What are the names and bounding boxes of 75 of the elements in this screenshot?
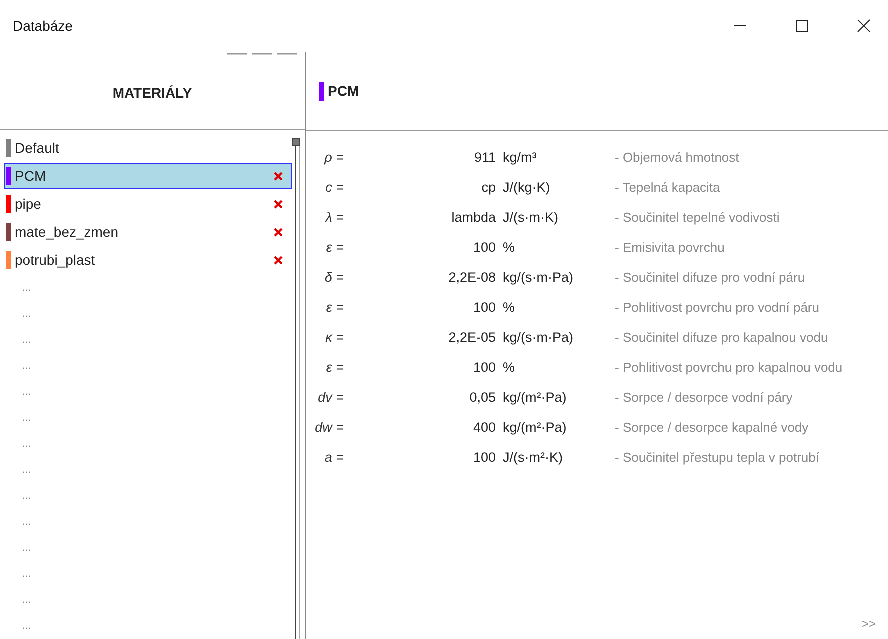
property-unit: kg/m³ — [502, 150, 538, 164]
panel-title: MATERIÁLY — [112, 85, 192, 101]
property-description: - Pohlitivost povrchu pro vodní páru — [615, 300, 820, 314]
material-item[interactable]: pipe — [4, 191, 292, 217]
property-description: - Součinitel přestupu tepla v potrubí — [615, 450, 820, 464]
property-value: 100 — [472, 300, 496, 314]
property-description: - Objemová hmotnost — [615, 150, 740, 164]
material-item[interactable]: Default — [4, 135, 292, 161]
property-symbol: c = — [324, 180, 344, 194]
empty-slot: ... — [22, 464, 32, 476]
property-value: lambda — [450, 210, 496, 224]
property-unit: kg/(m²·Pa) — [502, 420, 568, 434]
material-item[interactable]: PCM — [4, 163, 292, 189]
maximize-icon[interactable] — [795, 19, 809, 33]
property-description: - Pohlitivost povrchu pro kapalnou vodu — [615, 360, 843, 374]
window-title: Databáze — [13, 18, 73, 34]
grip-icon[interactable] — [227, 52, 297, 56]
empty-slot: ... — [22, 516, 32, 528]
property-value: 100 — [472, 450, 496, 464]
property-unit: kg/(s·m·Pa) — [502, 270, 574, 284]
property-description: - Součinitel difuze pro vodní páru — [615, 270, 806, 284]
property-unit: kg/(s·m·Pa) — [502, 330, 574, 344]
property-value: cp — [480, 180, 496, 194]
property-symbol: δ = — [324, 270, 344, 284]
empty-slot: ... — [22, 594, 32, 606]
close-icon[interactable] — [857, 19, 871, 33]
property-value: 0,05 — [468, 390, 496, 404]
property-symbol: dv = — [317, 390, 344, 404]
empty-slot: ... — [22, 334, 32, 346]
empty-slot: ... — [22, 386, 32, 398]
empty-slot: ... — [22, 542, 32, 554]
property-value: 400 — [472, 420, 496, 434]
scrollbar[interactable] — [295, 138, 300, 639]
material-title: PCM — [328, 83, 360, 99]
property-value: 100 — [472, 360, 496, 374]
property-symbol: κ = — [324, 330, 344, 344]
property-value: 911 — [473, 150, 496, 164]
property-description: - Emisivita povrchu — [615, 240, 725, 254]
property-symbol: ρ = — [323, 150, 344, 164]
property-description: - Součinitel difuze pro kapalnou vodu — [615, 330, 828, 344]
delete-icon[interactable] — [274, 256, 283, 264]
material-item[interactable]: mate_bez_zmen — [4, 219, 292, 245]
property-unit: J/(kg·K) — [502, 180, 552, 194]
property-symbol: ε = — [325, 300, 344, 314]
empty-slot: ... — [22, 438, 32, 450]
property-description: - Sorpce / desorpce kapalné vody — [615, 420, 809, 434]
property-value: 2,2E-08 — [448, 270, 496, 284]
property-unit: % — [502, 240, 516, 254]
property-unit: % — [502, 300, 516, 314]
empty-slot: ... — [22, 568, 32, 580]
property-unit: kg/(m²·Pa) — [502, 390, 568, 404]
empty-slot: ... — [22, 620, 32, 632]
property-symbol: ε = — [325, 360, 344, 374]
empty-slot: ... — [22, 360, 32, 372]
property-symbol: ε = — [325, 240, 344, 254]
delete-icon[interactable] — [274, 172, 283, 180]
empty-slot: ... — [22, 412, 32, 424]
property-unit: % — [502, 360, 516, 374]
property-value: 100 — [472, 240, 496, 254]
property-symbol: dw = — [314, 420, 344, 434]
empty-slot: ... — [22, 282, 32, 294]
more-button[interactable]: >> — [862, 617, 876, 631]
property-description: - Sorpce / desorpce vodní páry — [615, 390, 793, 404]
property-description: - Tepelná kapacita — [615, 180, 720, 194]
property-symbol: a = — [324, 450, 344, 464]
property-value: 2,2E-05 — [448, 330, 496, 344]
property-unit: J/(s·m·K) — [502, 210, 560, 224]
empty-slot: ... — [22, 308, 32, 320]
delete-icon[interactable] — [274, 228, 283, 236]
property-description: - Součinitel tepelné vodivosti — [615, 210, 780, 224]
empty-slot: ... — [22, 490, 32, 502]
delete-icon[interactable] — [274, 200, 283, 208]
property-symbol: λ = — [324, 210, 344, 224]
material-item[interactable]: potrubi_plast — [4, 247, 292, 273]
property-unit: J/(s·m²·K) — [502, 450, 564, 464]
